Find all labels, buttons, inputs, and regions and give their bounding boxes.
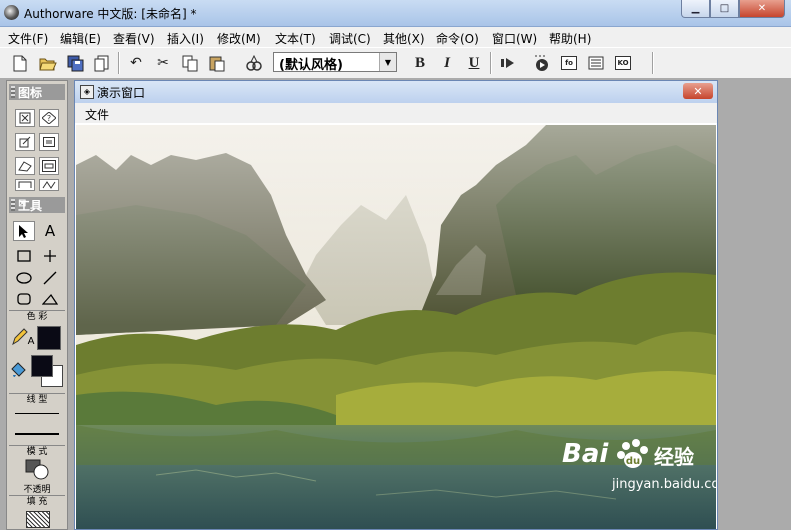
window-title: Authorware 中文版: [未命名] * bbox=[24, 7, 197, 21]
grip-handle[interactable] bbox=[11, 86, 15, 98]
svg-text:?: ? bbox=[47, 114, 51, 123]
function-icon[interactable]: fo bbox=[559, 53, 579, 73]
display-icon[interactable] bbox=[15, 109, 35, 127]
crosshair-tool-icon[interactable] bbox=[39, 246, 61, 266]
mode-value-label: 不透明 bbox=[23, 485, 51, 495]
window-controls: ▁ □ ✕ bbox=[681, 0, 785, 18]
icons-panel-header[interactable]: 图标 bbox=[9, 84, 65, 100]
thick-line-option[interactable] bbox=[15, 433, 59, 435]
paw-icon: du bbox=[616, 437, 650, 471]
ko-label: KO bbox=[615, 56, 631, 70]
fill-bucket-icon[interactable] bbox=[10, 361, 28, 381]
save-all-icon[interactable] bbox=[66, 53, 86, 73]
menu-help[interactable]: 帮助(H) bbox=[549, 30, 591, 47]
knowledge-objects-icon[interactable]: KO bbox=[613, 53, 633, 73]
main-toolbar: ↶ ✂ (默认风格) ▼ B I U fo KO bbox=[0, 47, 791, 79]
presentation-menu-bar: 文件 bbox=[75, 103, 717, 123]
paste-icon[interactable] bbox=[207, 53, 227, 73]
pencil-color-icon[interactable]: A bbox=[11, 328, 35, 347]
fill-pattern-swatch[interactable] bbox=[26, 511, 50, 528]
svg-text:du: du bbox=[626, 456, 640, 467]
rounded-rectangle-tool-icon[interactable] bbox=[13, 289, 35, 309]
wait-icon[interactable] bbox=[15, 179, 35, 191]
maximize-button[interactable]: □ bbox=[710, 0, 739, 18]
cut-icon[interactable]: ✂ bbox=[153, 53, 173, 73]
bold-button[interactable]: B bbox=[410, 53, 430, 73]
line-color-swatch[interactable] bbox=[37, 326, 61, 350]
toolbar-separator bbox=[490, 52, 492, 74]
erase-icon[interactable] bbox=[15, 157, 35, 175]
close-button[interactable]: ✕ bbox=[739, 0, 785, 18]
menu-insert[interactable]: 插入(I) bbox=[167, 30, 204, 47]
fo-label: fo bbox=[561, 56, 577, 70]
find-icon[interactable] bbox=[244, 53, 264, 73]
menu-edit[interactable]: 编辑(E) bbox=[60, 30, 101, 47]
authorware-app-icon[interactable] bbox=[4, 5, 19, 20]
toolbar-separator bbox=[652, 52, 654, 74]
grip-handle[interactable] bbox=[11, 199, 15, 211]
title-bar[interactable]: Authorware 中文版: [未命名] * ▁ □ ✕ bbox=[0, 0, 791, 27]
presentation-close-button[interactable]: ✕ bbox=[683, 83, 713, 99]
watermark-brand: Bai bbox=[562, 439, 609, 469]
menu-debug[interactable]: 调试(C) bbox=[329, 30, 371, 47]
presentation-window-icon: ◈ bbox=[80, 85, 94, 99]
polygon-tool-icon[interactable] bbox=[39, 289, 61, 309]
line-tool-icon[interactable] bbox=[39, 268, 61, 288]
menu-command[interactable]: 命令(O) bbox=[436, 30, 479, 47]
toolbar-separator bbox=[118, 52, 120, 74]
menu-other[interactable]: 其他(X) bbox=[383, 30, 425, 47]
foreground-color-swatch[interactable] bbox=[31, 355, 53, 377]
control-panel-icon[interactable] bbox=[532, 53, 552, 73]
copy-icon[interactable] bbox=[180, 53, 200, 73]
chevron-down-icon[interactable]: ▼ bbox=[379, 53, 396, 71]
italic-button[interactable]: I bbox=[437, 53, 457, 73]
text-style-select[interactable]: (默认风格) ▼ bbox=[273, 52, 397, 73]
menu-window[interactable]: 窗口(W) bbox=[492, 30, 537, 47]
undo-icon[interactable]: ↶ bbox=[126, 53, 146, 73]
pointer-tool-icon[interactable] bbox=[13, 221, 35, 241]
watermark-brand-suffix: 经验 bbox=[654, 445, 694, 469]
question-icon[interactable]: ? bbox=[39, 109, 59, 127]
icon-tool-palette: 图标 ? 工具 ⊠ A 色 彩 A 线 型 模 式 不透明 填 充 bbox=[6, 80, 68, 530]
presentation-window: ◈ 演示窗口 ✕ 文件 Bai du 经验 jingyan.baidu.co bbox=[74, 80, 718, 530]
menu-modify[interactable]: 修改(M) bbox=[217, 30, 261, 47]
line-style-section-label: 线 型 bbox=[9, 393, 65, 406]
menu-text[interactable]: 文本(T) bbox=[275, 30, 316, 47]
watermark-url: jingyan.baidu.com bbox=[612, 477, 716, 492]
rectangle-tool-icon[interactable] bbox=[13, 246, 35, 266]
opaque-mode-icon[interactable] bbox=[25, 459, 51, 481]
baidu-watermark-logo: Bai du 经验 bbox=[562, 437, 712, 477]
tools-panel-header[interactable]: 工具 ⊠ bbox=[9, 197, 65, 213]
variables-icon[interactable] bbox=[586, 53, 606, 73]
fill-section-label: 填 充 bbox=[9, 495, 65, 508]
ellipse-tool-icon[interactable] bbox=[13, 268, 35, 288]
calculation-icon[interactable] bbox=[39, 133, 59, 151]
new-file-icon[interactable] bbox=[10, 53, 30, 73]
color-section-label: 色 彩 bbox=[9, 310, 65, 323]
open-folder-icon[interactable] bbox=[38, 53, 58, 73]
motion-icon[interactable] bbox=[15, 133, 35, 151]
menu-bar: 文件(F) 编辑(E) 查看(V) 插入(I) 修改(M) 文本(T) 调试(C… bbox=[0, 27, 791, 47]
text-style-value: (默认风格) bbox=[279, 58, 343, 73]
restart-icon[interactable] bbox=[498, 53, 518, 73]
import-icon[interactable] bbox=[92, 53, 112, 73]
presentation-title-bar[interactable]: ◈ 演示窗口 ✕ bbox=[75, 81, 717, 103]
menu-file[interactable]: 文件(F) bbox=[8, 30, 48, 47]
presentation-menu-file[interactable]: 文件 bbox=[85, 106, 109, 123]
menu-view[interactable]: 查看(V) bbox=[113, 30, 155, 47]
underline-button[interactable]: U bbox=[464, 53, 484, 73]
text-tool-icon[interactable]: A bbox=[39, 221, 61, 241]
map-icon[interactable] bbox=[39, 157, 59, 175]
svg-text:A: A bbox=[28, 336, 35, 346]
thin-line-option[interactable] bbox=[15, 413, 59, 414]
icons-panel-title: 图标 bbox=[18, 86, 43, 100]
presentation-title: 演示窗口 bbox=[97, 86, 146, 100]
close-icon[interactable]: ⊠ bbox=[18, 198, 62, 209]
minimize-button[interactable]: ▁ bbox=[681, 0, 710, 18]
landscape-image: Bai du 经验 jingyan.baidu.com bbox=[76, 125, 716, 529]
mode-section-label: 模 式 bbox=[9, 445, 65, 458]
navigate-icon[interactable] bbox=[39, 179, 59, 191]
